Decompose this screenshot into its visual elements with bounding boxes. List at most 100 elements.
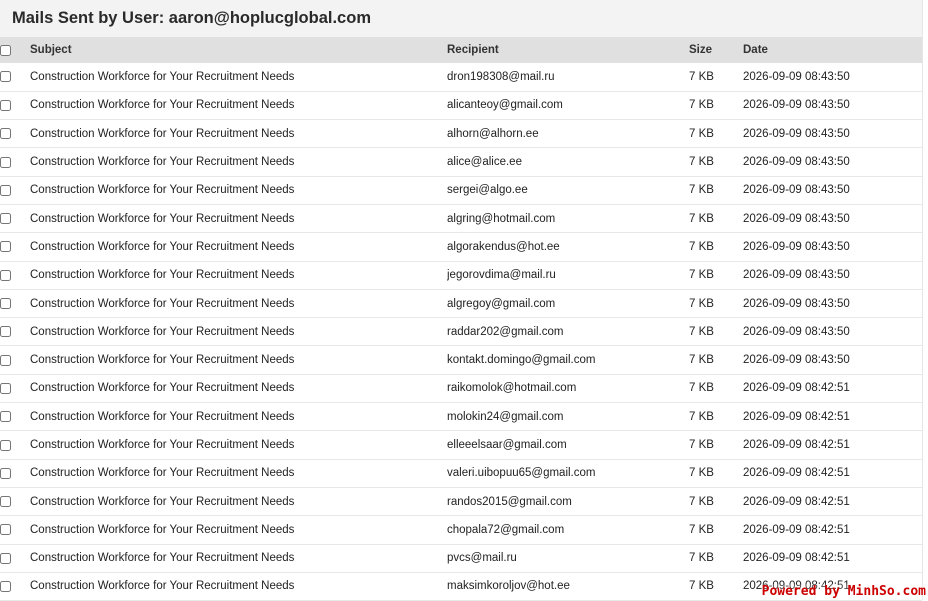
table-row[interactable]: Construction Workforce for Your Recruitm… (0, 403, 922, 431)
row-select-checkbox[interactable] (0, 213, 11, 224)
date-cell: 2026-09-09 08:42:51 (743, 516, 922, 544)
subject-cell: Construction Workforce for Your Recruitm… (30, 176, 447, 204)
row-select-cell (0, 346, 30, 374)
size-cell: 7 KB (689, 516, 743, 544)
recipient-cell: algorakendus@hot.ee (447, 233, 689, 261)
table-row[interactable]: Construction Workforce for Your Recruitm… (0, 374, 922, 402)
subject-cell: Construction Workforce for Your Recruitm… (30, 318, 447, 346)
row-select-cell (0, 63, 30, 91)
row-select-checkbox[interactable] (0, 440, 11, 451)
table-row[interactable]: Construction Workforce for Your Recruitm… (0, 487, 922, 515)
table-row[interactable]: Construction Workforce for Your Recruitm… (0, 318, 922, 346)
table-row[interactable]: Construction Workforce for Your Recruitm… (0, 459, 922, 487)
column-header-date[interactable]: Date (743, 37, 922, 63)
table-row[interactable]: Construction Workforce for Your Recruitm… (0, 289, 922, 317)
row-select-checkbox[interactable] (0, 157, 11, 168)
row-select-checkbox[interactable] (0, 411, 11, 422)
subject-cell: Construction Workforce for Your Recruitm… (30, 403, 447, 431)
date-cell: 2026-09-09 08:43:50 (743, 91, 922, 119)
row-select-checkbox[interactable] (0, 524, 11, 535)
row-select-cell (0, 91, 30, 119)
header-select-all-cell (0, 37, 30, 63)
recipient-cell: molokin24@gmail.com (447, 403, 689, 431)
table-row[interactable]: Construction Workforce for Your Recruitm… (0, 204, 922, 232)
select-all-checkbox[interactable] (0, 45, 11, 56)
table-row[interactable]: Construction Workforce for Your Recruitm… (0, 544, 922, 572)
size-cell: 7 KB (689, 431, 743, 459)
recipient-cell: algregoy@gmail.com (447, 289, 689, 317)
date-cell: 2026-09-09 08:42:51 (743, 431, 922, 459)
row-select-checkbox[interactable] (0, 553, 11, 564)
subject-cell: Construction Workforce for Your Recruitm… (30, 204, 447, 232)
subject-cell: Construction Workforce for Your Recruitm… (30, 120, 447, 148)
date-cell: 2026-09-09 08:43:50 (743, 63, 922, 91)
row-select-cell (0, 233, 30, 261)
subject-cell: Construction Workforce for Your Recruitm… (30, 459, 447, 487)
recipient-cell: kontakt.domingo@gmail.com (447, 346, 689, 374)
subject-cell: Construction Workforce for Your Recruitm… (30, 544, 447, 572)
recipient-cell: algring@hotmail.com (447, 204, 689, 232)
subject-cell: Construction Workforce for Your Recruitm… (30, 431, 447, 459)
row-select-cell (0, 544, 30, 572)
row-select-cell (0, 289, 30, 317)
recipient-cell: raddar202@gmail.com (447, 318, 689, 346)
row-select-checkbox[interactable] (0, 100, 11, 111)
row-select-checkbox[interactable] (0, 355, 11, 366)
recipient-cell: maksimkoroljov@hot.ee (447, 572, 689, 600)
table-row[interactable]: Construction Workforce for Your Recruitm… (0, 120, 922, 148)
row-select-checkbox[interactable] (0, 241, 11, 252)
recipient-cell: sergei@algo.ee (447, 176, 689, 204)
page-title: Mails Sent by User: aaron@hoplucglobal.c… (12, 8, 910, 28)
size-cell: 7 KB (689, 120, 743, 148)
table-row[interactable]: Construction Workforce for Your Recruitm… (0, 431, 922, 459)
table-header-row: Subject Recipient Size Date (0, 37, 922, 63)
table-row[interactable]: Construction Workforce for Your Recruitm… (0, 148, 922, 176)
recipient-cell: alhorn@alhorn.ee (447, 120, 689, 148)
table-row[interactable]: Construction Workforce for Your Recruitm… (0, 176, 922, 204)
table-row[interactable]: Construction Workforce for Your Recruitm… (0, 516, 922, 544)
column-header-size[interactable]: Size (689, 37, 743, 63)
size-cell: 7 KB (689, 91, 743, 119)
recipient-cell: chopala72@gmail.com (447, 516, 689, 544)
subject-cell: Construction Workforce for Your Recruitm… (30, 233, 447, 261)
mails-table: Subject Recipient Size Date Construction… (0, 37, 922, 601)
size-cell: 7 KB (689, 204, 743, 232)
row-select-checkbox[interactable] (0, 298, 11, 309)
subject-cell: Construction Workforce for Your Recruitm… (30, 261, 447, 289)
row-select-cell (0, 204, 30, 232)
row-select-cell (0, 148, 30, 176)
recipient-cell: alicanteoy@gmail.com (447, 91, 689, 119)
row-select-checkbox[interactable] (0, 383, 11, 394)
table-row[interactable]: Construction Workforce for Your Recruitm… (0, 346, 922, 374)
table-row[interactable]: Construction Workforce for Your Recruitm… (0, 261, 922, 289)
row-select-checkbox[interactable] (0, 71, 11, 82)
row-select-cell (0, 261, 30, 289)
size-cell: 7 KB (689, 289, 743, 317)
row-select-checkbox[interactable] (0, 185, 11, 196)
row-select-cell (0, 516, 30, 544)
row-select-checkbox[interactable] (0, 468, 11, 479)
date-cell: 2026-09-09 08:42:51 (743, 544, 922, 572)
row-select-cell (0, 572, 30, 600)
date-cell: 2026-09-09 08:42:51 (743, 487, 922, 515)
column-header-subject[interactable]: Subject (30, 37, 447, 63)
size-cell: 7 KB (689, 403, 743, 431)
title-bar: Mails Sent by User: aaron@hoplucglobal.c… (0, 0, 922, 37)
subject-cell: Construction Workforce for Your Recruitm… (30, 516, 447, 544)
recipient-cell: raikomolok@hotmail.com (447, 374, 689, 402)
row-select-cell (0, 318, 30, 346)
column-header-recipient[interactable]: Recipient (447, 37, 689, 63)
row-select-checkbox[interactable] (0, 581, 11, 592)
table-row[interactable]: Construction Workforce for Your Recruitm… (0, 91, 922, 119)
subject-cell: Construction Workforce for Your Recruitm… (30, 148, 447, 176)
row-select-checkbox[interactable] (0, 128, 11, 139)
recipient-cell: dron198308@mail.ru (447, 63, 689, 91)
row-select-checkbox[interactable] (0, 270, 11, 281)
subject-cell: Construction Workforce for Your Recruitm… (30, 374, 447, 402)
row-select-checkbox[interactable] (0, 326, 11, 337)
row-select-cell (0, 459, 30, 487)
date-cell: 2026-09-09 08:43:50 (743, 204, 922, 232)
row-select-checkbox[interactable] (0, 496, 11, 507)
table-row[interactable]: Construction Workforce for Your Recruitm… (0, 233, 922, 261)
table-row[interactable]: Construction Workforce for Your Recruitm… (0, 63, 922, 91)
